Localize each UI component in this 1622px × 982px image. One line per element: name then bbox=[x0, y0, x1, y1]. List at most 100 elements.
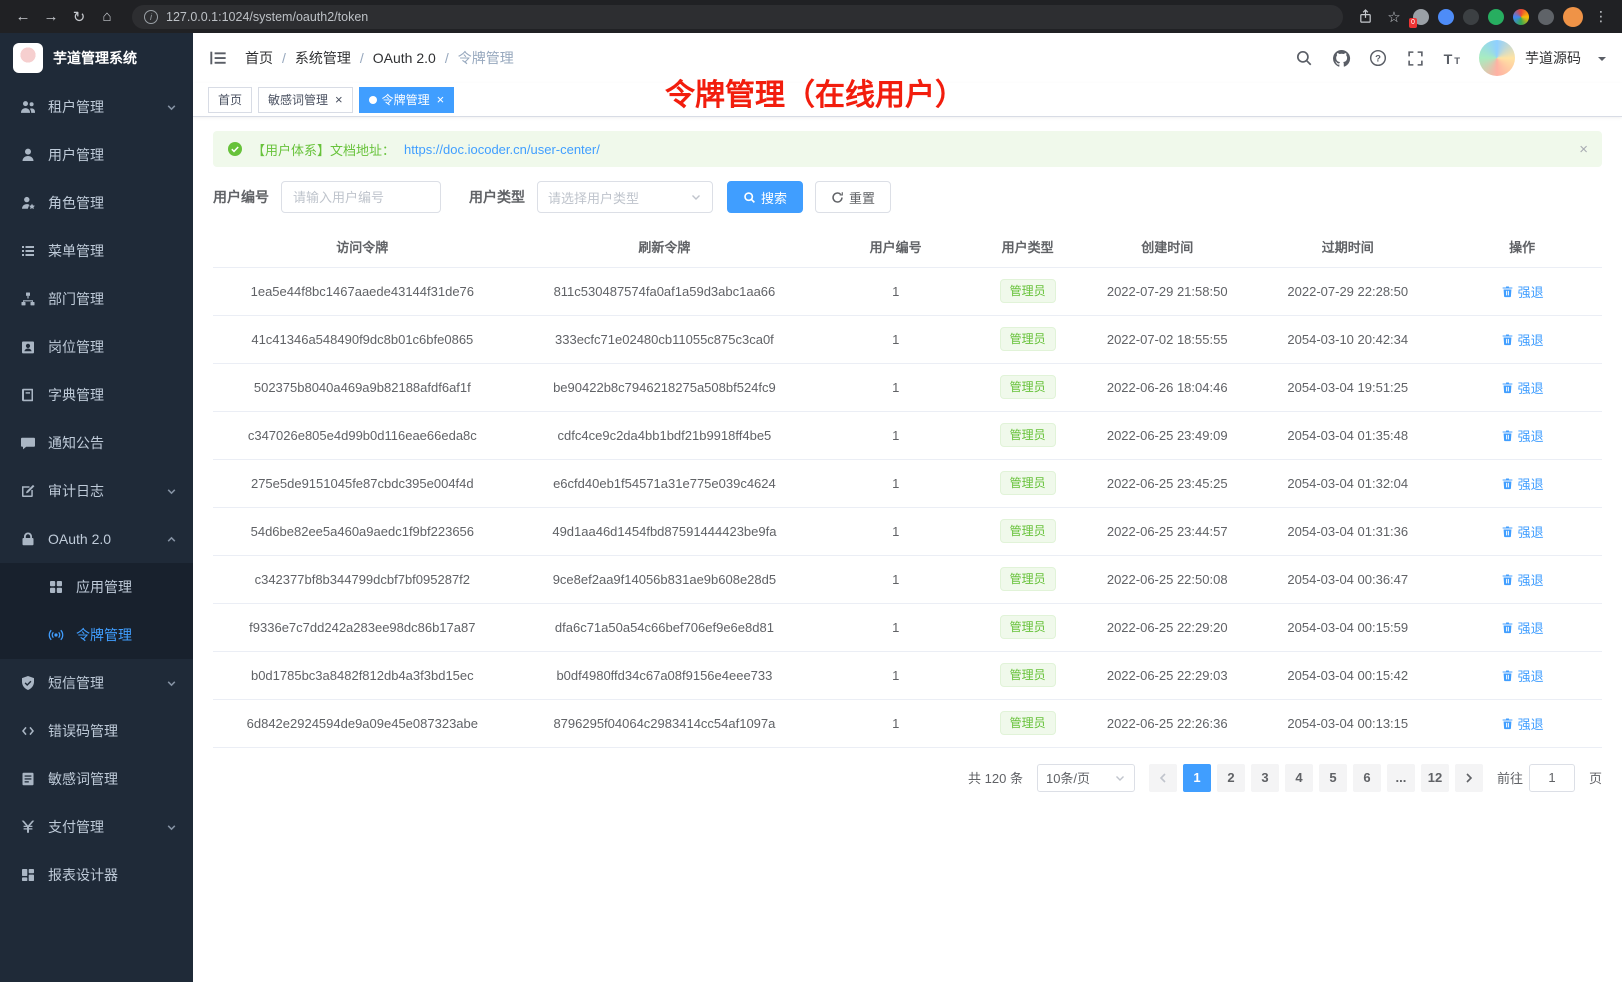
help-icon[interactable]: ? bbox=[1368, 48, 1388, 68]
user-type-select[interactable]: 请选择用户类型 bbox=[537, 181, 713, 213]
sidebar-item-post[interactable]: 岗位管理 bbox=[0, 323, 193, 371]
browser-profile-avatar[interactable] bbox=[1563, 7, 1583, 27]
force-logout-button[interactable]: 强退 bbox=[1501, 378, 1544, 397]
user-type-cell: 管理员 bbox=[974, 267, 1081, 315]
sidebar-item-audit-log[interactable]: 审计日志 bbox=[0, 467, 193, 515]
page-button-5[interactable]: 5 bbox=[1319, 764, 1347, 792]
action-cell: 强退 bbox=[1442, 651, 1602, 699]
user-avatar[interactable] bbox=[1479, 40, 1515, 76]
prev-page-button[interactable] bbox=[1149, 764, 1177, 792]
force-logout-button[interactable]: 强退 bbox=[1501, 282, 1544, 301]
chevron-down-icon[interactable] bbox=[1598, 57, 1606, 65]
goto-suffix: 页 bbox=[1589, 768, 1602, 787]
extension-dark-icon[interactable] bbox=[1463, 9, 1479, 25]
tab-home[interactable]: 首页 bbox=[208, 87, 252, 113]
forward-arrow-icon[interactable]: → bbox=[38, 4, 64, 30]
page-ellipsis[interactable]: ... bbox=[1387, 764, 1415, 792]
access-token-cell: 54d6be82ee5a460a9aedc1f9bf223656 bbox=[213, 507, 512, 555]
font-size-icon[interactable]: TT bbox=[1442, 48, 1462, 68]
force-logout-button[interactable]: 强退 bbox=[1501, 714, 1544, 733]
sidebar-item-tenant[interactable]: 租户管理 bbox=[0, 83, 193, 131]
extension-blue-icon[interactable] bbox=[1438, 9, 1454, 25]
sidebar-item-sms[interactable]: 短信管理 bbox=[0, 659, 193, 707]
next-page-button[interactable] bbox=[1455, 764, 1483, 792]
tenant-icon bbox=[20, 99, 36, 115]
user-id-cell: 1 bbox=[817, 699, 974, 747]
force-logout-button[interactable]: 强退 bbox=[1501, 426, 1544, 445]
sidebar-item-error-code[interactable]: 错误码管理 bbox=[0, 707, 193, 755]
search-icon[interactable] bbox=[1294, 48, 1314, 68]
sidebar-item-menu[interactable]: 菜单管理 bbox=[0, 227, 193, 275]
doc-link[interactable]: https://doc.iocoder.cn/user-center/ bbox=[404, 142, 600, 157]
force-logout-button[interactable]: 强退 bbox=[1501, 570, 1544, 589]
sidebar-item-notice[interactable]: 通知公告 bbox=[0, 419, 193, 467]
home-icon[interactable]: ⌂ bbox=[94, 4, 120, 30]
extension-gray-icon[interactable] bbox=[1538, 9, 1554, 25]
extension-badge: 0 bbox=[1409, 18, 1417, 28]
username[interactable]: 芋道源码 bbox=[1525, 48, 1581, 68]
alert-text: 【用户体系】文档地址： bbox=[252, 140, 395, 159]
breadcrumb-item[interactable]: 首页 bbox=[245, 48, 273, 68]
sidebar-item-oauth2-app[interactable]: 应用管理 bbox=[0, 563, 193, 611]
page-info-icon[interactable]: i bbox=[144, 10, 158, 24]
extension-puzzle-icon[interactable]: 0 bbox=[1413, 9, 1429, 25]
sidebar-item-user[interactable]: 用户管理 bbox=[0, 131, 193, 179]
sidebar-item-sensitive-word[interactable]: 敏感词管理 bbox=[0, 755, 193, 803]
tab-token[interactable]: 令牌管理× bbox=[359, 87, 455, 113]
refresh-icon[interactable]: ↻ bbox=[66, 4, 92, 30]
github-icon[interactable] bbox=[1331, 48, 1351, 68]
goto-page-input[interactable] bbox=[1529, 764, 1575, 792]
page-button-2[interactable]: 2 bbox=[1217, 764, 1245, 792]
page-button-6[interactable]: 6 bbox=[1353, 764, 1381, 792]
force-logout-button[interactable]: 强退 bbox=[1501, 522, 1544, 541]
close-icon[interactable]: × bbox=[335, 93, 343, 106]
force-logout-button[interactable]: 强退 bbox=[1501, 330, 1544, 349]
breadcrumb-item[interactable]: 系统管理 bbox=[295, 48, 351, 68]
app-logo[interactable]: 芋道管理系统 bbox=[0, 33, 193, 83]
fullscreen-icon[interactable] bbox=[1405, 48, 1425, 68]
sidebar-item-report-designer[interactable]: 报表设计器 bbox=[0, 851, 193, 899]
user-id-input[interactable] bbox=[281, 181, 441, 213]
sidebar-item-label: 应用管理 bbox=[76, 577, 132, 597]
bookmark-star-icon[interactable]: ☆ bbox=[1384, 7, 1404, 27]
force-logout-label: 强退 bbox=[1518, 666, 1544, 685]
refresh-token-cell: be90422b8c7946218275a508bf524fc9 bbox=[512, 363, 818, 411]
user-type-cell: 管理员 bbox=[974, 507, 1081, 555]
share-icon[interactable] bbox=[1355, 7, 1375, 27]
tab-sensitive-word[interactable]: 敏感词管理× bbox=[258, 87, 353, 113]
extension-multicolor-icon[interactable] bbox=[1513, 9, 1529, 25]
column-header: 刷新令牌 bbox=[512, 227, 818, 267]
access-token-cell: 502375b8040a469a9b82188afdf6af1f bbox=[213, 363, 512, 411]
sidebar-item-oauth2-token[interactable]: 令牌管理 bbox=[0, 611, 193, 659]
sidebar-item-dept[interactable]: 部门管理 bbox=[0, 275, 193, 323]
browser-menu-icon[interactable]: ⋮ bbox=[1592, 8, 1610, 25]
force-logout-button[interactable]: 强退 bbox=[1501, 474, 1544, 493]
back-arrow-icon[interactable]: ← bbox=[10, 4, 36, 30]
svg-text:T: T bbox=[1443, 51, 1452, 67]
alert-close-icon[interactable]: × bbox=[1579, 141, 1588, 158]
hamburger-icon[interactable] bbox=[209, 48, 229, 68]
sidebar-item-label: 审计日志 bbox=[48, 481, 104, 501]
close-icon[interactable]: × bbox=[437, 93, 445, 106]
breadcrumb-item[interactable]: OAuth 2.0 bbox=[373, 50, 436, 66]
sidebar-item-pay[interactable]: 支付管理 bbox=[0, 803, 193, 851]
address-bar[interactable]: i 127.0.0.1:1024/system/oauth2/token bbox=[132, 5, 1343, 29]
page-button-1[interactable]: 1 bbox=[1183, 764, 1211, 792]
force-logout-label: 强退 bbox=[1518, 474, 1544, 493]
page-size-select[interactable]: 10条/页 bbox=[1037, 764, 1135, 792]
page-button-12[interactable]: 12 bbox=[1421, 764, 1449, 792]
sidebar-item-oauth2[interactable]: OAuth 2.0 bbox=[0, 515, 193, 563]
sidebar-item-dict[interactable]: 字典管理 bbox=[0, 371, 193, 419]
search-button[interactable]: 搜索 bbox=[727, 181, 803, 213]
sidebar-item-role[interactable]: 角色管理 bbox=[0, 179, 193, 227]
user-id-cell: 1 bbox=[817, 411, 974, 459]
user-type-tag: 管理员 bbox=[1000, 567, 1056, 591]
reset-button[interactable]: 重置 bbox=[815, 181, 891, 213]
sidebar-item-label: 租户管理 bbox=[48, 97, 104, 117]
force-logout-button[interactable]: 强退 bbox=[1501, 666, 1544, 685]
force-logout-button[interactable]: 强退 bbox=[1501, 618, 1544, 637]
page-button-3[interactable]: 3 bbox=[1251, 764, 1279, 792]
page-button-4[interactable]: 4 bbox=[1285, 764, 1313, 792]
extension-green-icon[interactable] bbox=[1488, 9, 1504, 25]
table-row: b0d1785bc3a8482f812db4a3f3bd15ecb0df4980… bbox=[213, 651, 1602, 699]
